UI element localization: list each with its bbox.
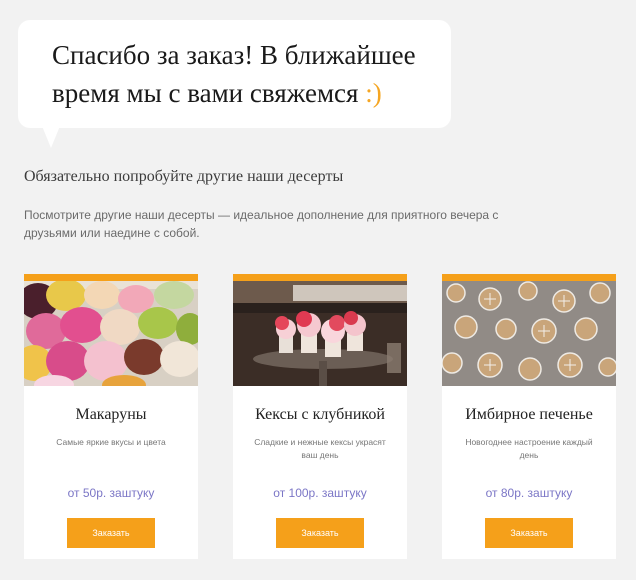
thank-you-message: Спасибо за заказ! В ближайшее время мы с…: [52, 36, 431, 112]
card-title: Кексы с клубникой: [255, 406, 385, 423]
product-card-cupcakes: Кексы с клубникой Сладкие и нежные кексы…: [233, 274, 407, 559]
product-card-gingerbread: Имбирное печенье Новогоднее настроение к…: [442, 274, 616, 559]
order-button[interactable]: Заказать: [485, 518, 573, 548]
card-title: Макаруны: [75, 406, 147, 423]
card-price: от 100р. заштуку: [273, 486, 367, 500]
section-description: Посмотрите другие наши десерты — идеальн…: [24, 208, 499, 240]
card-title: Имбирное печенье: [465, 406, 593, 423]
order-button[interactable]: Заказать: [67, 518, 155, 548]
section-title: Обязательно попробуйте другие наши десер…: [24, 168, 344, 185]
bubble-tail: [42, 126, 60, 148]
order-button[interactable]: Заказать: [276, 518, 364, 548]
card-description: Самые яркие вкусы и цвета: [56, 437, 166, 447]
gingerbread-cookies-image: [442, 281, 616, 386]
card-description: Сладкие и нежные кексы украсят ваш день: [254, 437, 386, 460]
macarons-image: [24, 281, 198, 386]
cupcakes-image: [233, 281, 407, 386]
card-price: от 50р. заштуку: [67, 486, 155, 500]
card-price: от 80р. заштуку: [485, 486, 573, 500]
smile-emoticon: :): [365, 78, 382, 108]
card-description: Новогоднее настроение каждый день: [465, 437, 593, 460]
product-card-macarons: Макаруны Самые яркие вкусы и цвета от 50…: [24, 274, 198, 559]
thank-you-bubble: Спасибо за заказ! В ближайшее время мы с…: [18, 20, 451, 128]
thank-you-text: Спасибо за заказ! В ближайшее время мы с…: [52, 40, 416, 108]
